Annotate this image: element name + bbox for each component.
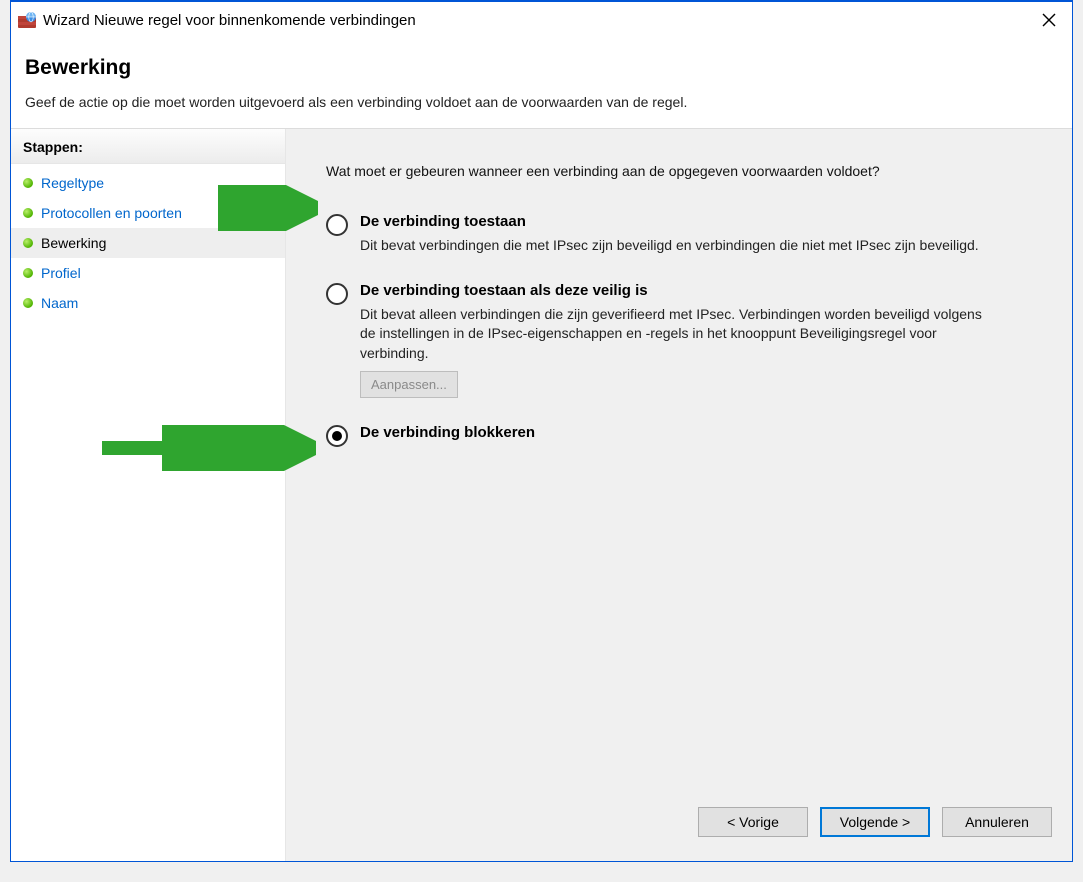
wizard-dialog: Wizard Nieuwe regel voor binnenkomende v… (10, 0, 1073, 862)
option-texts: De verbinding blokkeren (360, 424, 1032, 447)
bullet-icon (23, 268, 33, 278)
content-pane: Wat moet er gebeuren wanneer een verbind… (285, 129, 1072, 861)
option-texts: De verbinding toestaan als deze veilig i… (360, 282, 1032, 399)
body: Stappen: Regeltype Protocollen en poorte… (11, 129, 1072, 861)
steps-sidebar: Stappen: Regeltype Protocollen en poorte… (11, 129, 285, 861)
steps-title: Stappen: (11, 129, 285, 164)
customize-button: Aanpassen... (360, 371, 458, 398)
bullet-icon (23, 298, 33, 308)
wizard-buttons: < Vorige Volgende > Annuleren (698, 807, 1052, 837)
bullet-icon (23, 208, 33, 218)
step-profiel[interactable]: Profiel (11, 258, 285, 288)
page-title: Bewerking (25, 56, 1058, 80)
page-description: Geef de actie op die moet worden uitgevo… (25, 94, 1058, 110)
page-header: Bewerking Geef de actie op die moet word… (11, 38, 1072, 129)
step-naam[interactable]: Naam (11, 288, 285, 318)
option-block: De verbinding blokkeren (326, 424, 1032, 447)
window-title: Wizard Nieuwe regel voor binnenkomende v… (43, 12, 1026, 29)
bullet-icon (23, 178, 33, 188)
option-title: De verbinding toestaan als deze veilig i… (360, 282, 1032, 299)
option-title: De verbinding blokkeren (360, 424, 1032, 441)
radio-block[interactable] (326, 425, 348, 447)
step-label: Protocollen en poorten (41, 205, 182, 221)
step-label: Regeltype (41, 175, 104, 191)
step-label: Naam (41, 295, 78, 311)
bullet-icon (23, 238, 33, 248)
step-regeltype[interactable]: Regeltype (11, 168, 285, 198)
option-title: De verbinding toestaan (360, 213, 1032, 230)
option-texts: De verbinding toestaan Dit bevat verbind… (360, 213, 1032, 256)
radio-allow-secure[interactable] (326, 283, 348, 305)
firewall-icon (17, 10, 37, 30)
question-text: Wat moet er gebeuren wanneer een verbind… (326, 163, 1032, 179)
next-button[interactable]: Volgende > (820, 807, 930, 837)
titlebar: Wizard Nieuwe regel voor binnenkomende v… (11, 2, 1072, 38)
close-button[interactable] (1026, 2, 1072, 38)
step-label: Bewerking (41, 235, 106, 251)
option-desc: Dit bevat alleen verbindingen die zijn g… (360, 305, 1000, 364)
option-allow: De verbinding toestaan Dit bevat verbind… (326, 213, 1032, 256)
step-bewerking[interactable]: Bewerking (11, 228, 285, 258)
radio-allow[interactable] (326, 214, 348, 236)
close-icon (1042, 13, 1056, 27)
cancel-button[interactable]: Annuleren (942, 807, 1052, 837)
option-desc: Dit bevat verbindingen die met IPsec zij… (360, 236, 1000, 256)
step-protocollen[interactable]: Protocollen en poorten (11, 198, 285, 228)
step-label: Profiel (41, 265, 81, 281)
option-allow-secure: De verbinding toestaan als deze veilig i… (326, 282, 1032, 399)
steps-list: Regeltype Protocollen en poorten Bewerki… (11, 164, 285, 318)
back-button[interactable]: < Vorige (698, 807, 808, 837)
